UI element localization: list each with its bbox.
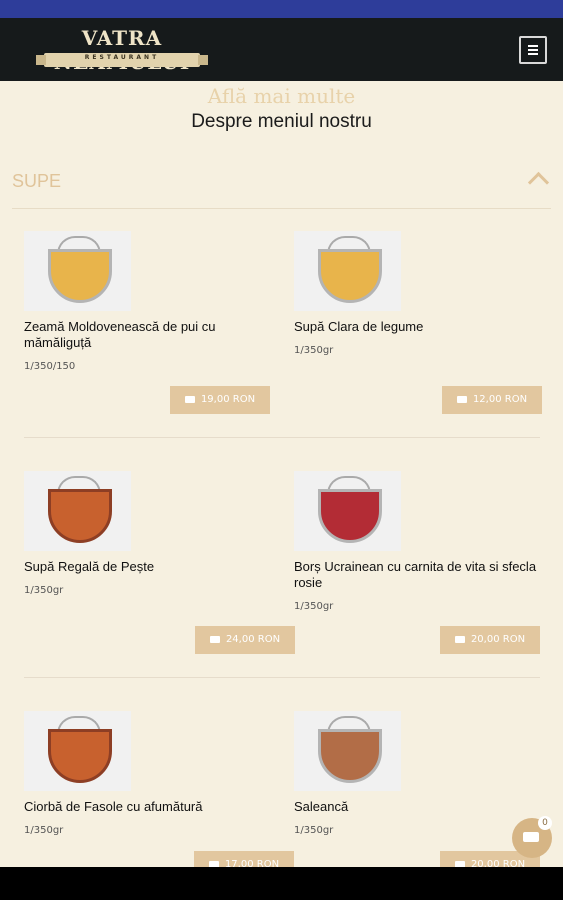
dish-quantity: 1/350gr [294, 601, 334, 612]
page-title: Despre meniul nostru [191, 111, 372, 132]
dish-image[interactable] [24, 231, 131, 311]
logo-ribbon: RESTAURANT [36, 53, 208, 67]
floating-cart-button[interactable]: 0 [512, 816, 552, 858]
cart-icon [454, 635, 465, 643]
price-label: 12,00 RON [472, 394, 528, 405]
cart-icon [209, 635, 220, 643]
shopping-cart-icon [523, 832, 539, 842]
dish-image[interactable] [294, 231, 401, 311]
price-label: 20,00 RON [470, 859, 526, 867]
dish-image[interactable] [294, 471, 401, 551]
add-to-cart-button[interactable]: 20,00 RON [440, 626, 540, 654]
logo-subtitle: RESTAURANT [84, 54, 160, 61]
dish-quantity: 1/350gr [24, 585, 64, 596]
navigation-bar [0, 867, 563, 900]
dish-quantity: 1/350/150 [24, 361, 76, 372]
section-divider [12, 208, 551, 209]
row-divider [24, 677, 540, 678]
dish-name[interactable]: Supă Regală de Pește [24, 559, 284, 575]
menu-content[interactable]: Află mai multe Despre meniul nostru SUPE… [0, 81, 563, 867]
chevron-up-icon[interactable] [527, 171, 550, 194]
app-header: VATRA NEAMULUI RESTAURANT [0, 18, 563, 81]
row-divider [24, 437, 540, 438]
cart-count-badge: 0 [538, 816, 552, 830]
dish-name[interactable]: Borș Ucrainean cu carnita de vita si sfe… [294, 559, 554, 591]
dish-image[interactable] [24, 711, 131, 791]
price-label: 20,00 RON [470, 634, 526, 645]
restaurant-logo[interactable]: VATRA NEAMULUI RESTAURANT [12, 26, 232, 74]
dish-name[interactable]: Supă Clara de legume [294, 319, 554, 335]
price-label: 17,00 RON [224, 859, 280, 867]
dish-quantity: 1/350gr [294, 345, 334, 356]
hamburger-menu-icon[interactable] [519, 36, 547, 64]
dish-image[interactable] [24, 471, 131, 551]
price-label: 19,00 RON [200, 394, 256, 405]
add-to-cart-button[interactable]: 19,00 RON [170, 386, 270, 414]
intro-kicker: Află mai multe [207, 84, 356, 108]
dish-name[interactable]: Saleancă [294, 799, 554, 815]
add-to-cart-button[interactable]: 17,00 RON [194, 851, 294, 867]
price-label: 24,00 RON [225, 634, 281, 645]
dish-name[interactable]: Zeamă Moldovenească de pui cu mămăliguță [24, 319, 284, 351]
dish-quantity: 1/350gr [24, 825, 64, 836]
add-to-cart-button[interactable]: 24,00 RON [195, 626, 295, 654]
status-bar [0, 0, 563, 18]
add-to-cart-button[interactable]: 12,00 RON [442, 386, 542, 414]
dish-name[interactable]: Ciorbă de Fasole cu afumătură [24, 799, 284, 815]
section-title-supe[interactable]: SUPE [12, 171, 61, 192]
dish-image[interactable] [294, 711, 401, 791]
dish-quantity: 1/350gr [294, 825, 334, 836]
cart-icon [456, 395, 467, 403]
cart-icon [184, 395, 195, 403]
